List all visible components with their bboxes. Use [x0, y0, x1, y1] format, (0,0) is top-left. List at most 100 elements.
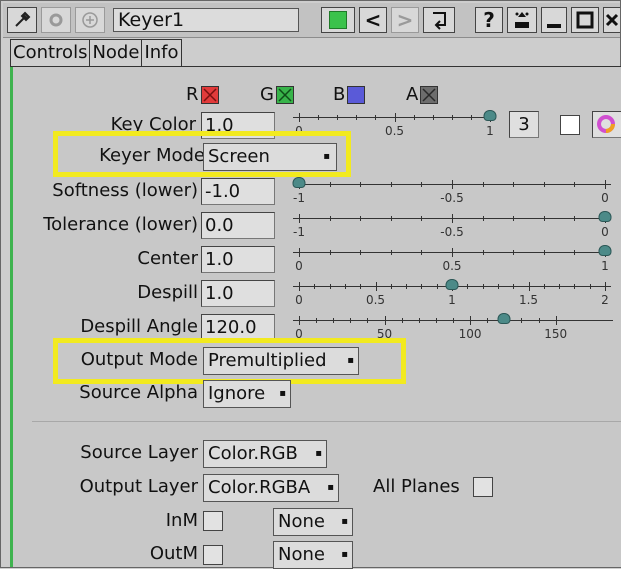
slider-minor-tick [421, 216, 423, 221]
softness-slider[interactable]: -1 -0.5 0 [292, 177, 611, 206]
add-circle-icon[interactable] [75, 7, 105, 33]
tab-controls[interactable]: Controls [10, 39, 91, 67]
channel-r-checkbox[interactable] [200, 85, 219, 104]
slider-tick-label: -1 [293, 191, 305, 205]
slider-minor-tick [375, 115, 377, 120]
slider-tick [452, 180, 453, 189]
slider-handle[interactable] [445, 279, 459, 290]
key-color-swatch[interactable] [560, 115, 580, 135]
key-color-count[interactable]: 3 [509, 111, 539, 138]
channel-b[interactable]: B [333, 84, 366, 105]
dropdown-arrow-icon: ▪ [327, 482, 334, 493]
slider-tick-label: -1 [293, 225, 305, 239]
tolerance-slider[interactable]: -1 -0.5 0 [293, 211, 612, 240]
slider-minor-tick [329, 250, 331, 255]
channel-a-checkbox[interactable] [420, 85, 439, 104]
all-planes-label: All Planes [373, 476, 460, 497]
slider-tick-label: 0.5 [442, 259, 462, 273]
slider-handle[interactable] [598, 211, 612, 222]
source-layer-dropdown[interactable]: Color.RGB ▪ [203, 440, 327, 468]
back-button[interactable]: < [359, 7, 387, 33]
source-layer-label: Source Layer [80, 442, 198, 463]
inm-dropdown[interactable]: None ▪ [273, 508, 353, 536]
slider-tick [299, 316, 300, 325]
channel-r[interactable]: R [186, 84, 219, 105]
slider-minor-tick [432, 115, 434, 120]
slider-tick-label: 0.5 [384, 124, 405, 138]
channel-a[interactable]: A [406, 84, 439, 105]
slider-minor-tick [333, 318, 335, 323]
center-slider[interactable]: 0 0.5 1 [293, 245, 612, 274]
dropdown-arrow-icon: ▪ [341, 516, 348, 527]
keyer-mode-dropdown[interactable]: Screen ▪ [203, 143, 337, 171]
output-mode-dropdown[interactable]: Premultiplied ▪ [203, 347, 359, 375]
despill-slider[interactable]: 0 0.5 1 1.5 2 [293, 279, 611, 308]
slider-minor-tick [538, 318, 540, 323]
slider-tick [528, 282, 530, 291]
slider-minor-tick [436, 284, 438, 289]
channel-r-label: R [186, 84, 199, 105]
slider-minor-tick [497, 284, 499, 289]
despill-angle-input[interactable]: 120.0 [201, 314, 275, 341]
slider-minor-tick [513, 250, 515, 255]
slider-minor-tick [406, 284, 408, 289]
eyedropper-icon[interactable] [7, 7, 37, 33]
channel-b-label: B [333, 84, 346, 105]
floating-icon[interactable] [507, 7, 537, 33]
center-input[interactable]: 1.0 [201, 246, 275, 273]
help-button[interactable]: ? [475, 7, 503, 33]
slider-tick [384, 316, 386, 325]
tolerance-input[interactable]: 0.0 [201, 212, 275, 239]
tab-bar: Controls Node Info [10, 39, 182, 67]
slider-minor-tick [467, 284, 469, 289]
slider-tick-label: 2 [601, 293, 609, 307]
output-layer-value: Color.RGBA [208, 477, 311, 498]
slider-minor-tick [390, 182, 392, 187]
keyer-mode-label: Keyer Mode [99, 145, 205, 166]
despill-input[interactable]: 1.0 [201, 280, 275, 307]
slider-handle[interactable] [497, 313, 511, 324]
softness-input[interactable]: -1.0 [201, 178, 275, 205]
maximize-icon[interactable] [571, 7, 599, 33]
all-planes-checkbox[interactable] [473, 477, 493, 497]
color-wheel-button[interactable] [592, 111, 621, 138]
gear-icon[interactable] [41, 7, 71, 33]
outm-dropdown[interactable]: None ▪ [273, 541, 353, 569]
slider-minor-tick [482, 284, 484, 289]
slider-minor-tick [360, 284, 362, 289]
reset-icon[interactable] [423, 7, 455, 33]
slider-minor-tick [421, 250, 423, 255]
inm-label: InM [165, 510, 198, 531]
close-icon[interactable] [603, 7, 620, 33]
slider-handle[interactable] [292, 177, 306, 188]
slider-tick [299, 248, 300, 257]
channel-b-checkbox[interactable] [347, 85, 366, 104]
minimize-icon[interactable] [541, 7, 567, 33]
slider-minor-tick [543, 182, 545, 187]
outm-checkbox[interactable] [203, 545, 223, 565]
slider-tick-label: 150 [544, 327, 568, 341]
tab-node[interactable]: Node [89, 39, 143, 67]
slider-minor-tick [367, 318, 369, 323]
channel-g-checkbox[interactable] [275, 85, 294, 104]
slider-minor-tick [513, 216, 515, 221]
tab-info[interactable]: Info [141, 39, 182, 67]
slider-tick [299, 282, 300, 291]
dropdown-arrow-icon: ▪ [347, 355, 354, 366]
forward-button[interactable]: > [391, 7, 419, 33]
slider-minor-tick [574, 250, 576, 255]
slider-tick-label: 0.5 [365, 293, 386, 307]
channel-g[interactable]: G [260, 84, 294, 105]
title-bar: Keyer1 < > ? [3, 3, 620, 38]
slider-handle[interactable] [598, 245, 612, 256]
slider-tick [470, 316, 472, 325]
slider-tick-label: 0 [601, 191, 609, 205]
channel-g-label: G [260, 84, 274, 105]
slider-minor-tick [329, 216, 331, 221]
slider-handle[interactable] [483, 110, 497, 121]
node-name-field[interactable]: Keyer1 [113, 8, 299, 32]
slider-minor-tick [314, 284, 316, 289]
output-layer-dropdown[interactable]: Color.RGBA ▪ [203, 474, 339, 502]
inm-checkbox[interactable] [203, 511, 223, 531]
source-alpha-dropdown[interactable]: Ignore ▪ [203, 380, 291, 408]
